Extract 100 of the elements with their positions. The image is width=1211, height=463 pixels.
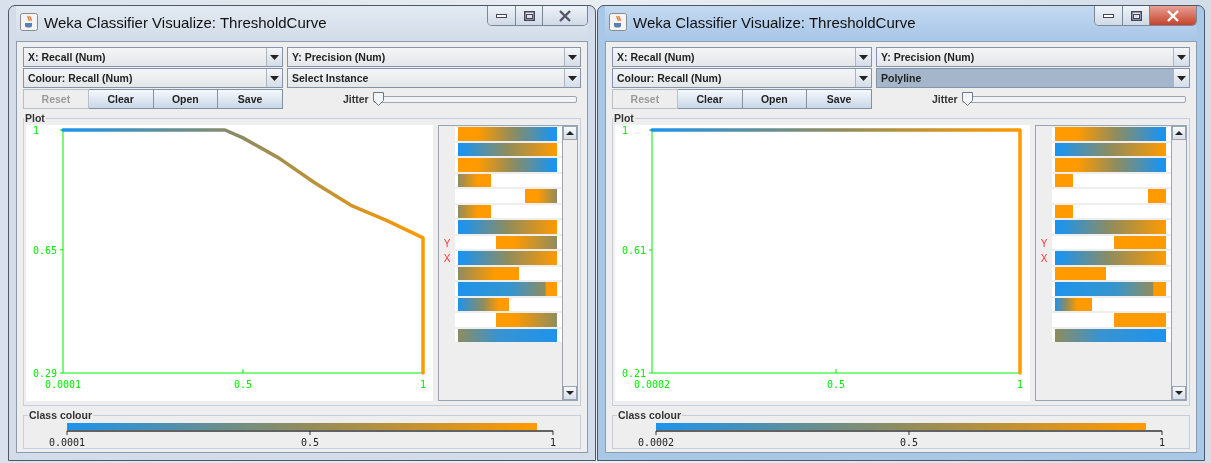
caret-icon (270, 75, 279, 81)
caret-icon (270, 54, 279, 60)
caret-icon (1177, 75, 1186, 81)
scroll-down-button[interactable] (1172, 386, 1186, 400)
action-button[interactable]: Open (153, 89, 219, 109)
y-axis-dropdown[interactable]: Y: Precision (Num) (287, 47, 581, 67)
attribute-bar[interactable] (1052, 189, 1171, 203)
attribute-bar[interactable] (1052, 266, 1171, 280)
select-dropdown[interactable]: Polyline (876, 68, 1190, 88)
jitter-slider[interactable] (372, 95, 577, 103)
scale-label: 0.0001 (48, 437, 86, 448)
tick-label: 1 (420, 379, 426, 390)
class-colour-title: Class colour (28, 409, 94, 421)
action-button[interactable]: Clear (88, 89, 154, 109)
select-dropdown[interactable]: Select Instance (287, 68, 581, 88)
plot-group-title: Plot (24, 112, 46, 124)
minimize-icon (1103, 13, 1114, 18)
attribute-bar[interactable] (1052, 127, 1171, 141)
slider-thumb[interactable] (961, 91, 973, 106)
scale-label: 1 (1159, 437, 1165, 448)
axis-marker: Y (1040, 237, 1048, 249)
scrollbar[interactable] (562, 126, 577, 400)
class-colour-title: Class colour (617, 409, 683, 421)
x-axis-dropdown[interactable]: X: Recall (Num) (612, 47, 872, 67)
scrollbar[interactable] (1171, 126, 1186, 400)
action-button[interactable]: Open (742, 89, 808, 109)
close-icon (1167, 9, 1179, 22)
attribute-bar[interactable] (1052, 220, 1171, 234)
attribute-bar[interactable] (1052, 282, 1171, 296)
axis-marker: Y (443, 237, 451, 249)
tick-label: 0.0002 (633, 379, 671, 390)
plot-group-title: Plot (613, 112, 635, 124)
attribute-bar[interactable] (455, 220, 562, 234)
window-title: Weka Classifier Visualize: ThresholdCurve (44, 13, 327, 31)
scroll-down-button[interactable] (563, 386, 577, 400)
axis-marker: X (1040, 253, 1048, 265)
attribute-bar[interactable] (455, 328, 562, 342)
tick-label: 1 (622, 125, 629, 136)
scale-label: 0.5 (300, 437, 320, 448)
attribute-bar[interactable] (455, 235, 562, 249)
attribute-bar[interactable] (455, 313, 562, 327)
window-title: Weka Classifier Visualize: ThresholdCurve (633, 13, 916, 31)
attribute-bar[interactable] (455, 127, 562, 141)
attribute-bar[interactable] (455, 158, 562, 172)
scale-label: 0.5 (899, 437, 919, 448)
colour-dropdown[interactable]: Colour: Recall (Num) (612, 68, 872, 88)
close-button[interactable] (1150, 6, 1196, 25)
attribute-bar[interactable] (455, 251, 562, 265)
caret-icon (568, 54, 577, 60)
maximize-button[interactable] (516, 6, 543, 25)
down-arrow-icon (566, 390, 574, 396)
attribute-bar[interactable] (455, 266, 562, 280)
up-arrow-icon (566, 130, 574, 136)
attribute-bar[interactable] (1052, 251, 1171, 265)
caret-icon (1177, 54, 1186, 60)
tick-label: 0.65 (33, 244, 58, 256)
tick-label: 0.5 (826, 379, 845, 390)
scroll-up-button[interactable] (1172, 126, 1186, 140)
attribute-bar[interactable] (455, 173, 562, 187)
attribute-bar[interactable] (455, 189, 562, 203)
attribute-bar[interactable] (1052, 328, 1171, 342)
attribute-bar[interactable] (455, 142, 562, 156)
attribute-bar[interactable] (1052, 142, 1171, 156)
y-axis-dropdown[interactable]: Y: Precision (Num) (876, 47, 1190, 67)
maximize-icon (523, 10, 535, 21)
colour-dropdown[interactable]: Colour: Recall (Num) (23, 68, 283, 88)
slider-thumb[interactable] (372, 91, 384, 106)
attribute-bar[interactable] (1052, 313, 1171, 327)
tick-label: 0.29 (33, 368, 58, 379)
action-button[interactable]: Save (807, 89, 872, 109)
action-button[interactable]: Save (218, 89, 283, 109)
attribute-bar[interactable] (455, 204, 562, 218)
scroll-up-button[interactable] (563, 126, 577, 140)
minimize-button[interactable] (488, 6, 516, 25)
jitter-slider[interactable] (961, 95, 1186, 103)
caret-icon (859, 75, 868, 81)
attribute-bar[interactable] (455, 297, 562, 311)
tick-label: 0.21 (622, 368, 647, 379)
attribute-bar[interactable] (1052, 173, 1171, 187)
minimize-button[interactable] (1095, 6, 1123, 25)
attribute-bar[interactable] (1052, 158, 1171, 172)
up-arrow-icon (1175, 130, 1183, 136)
cup-icon (20, 13, 38, 31)
scale-label: 1 (550, 437, 556, 448)
attribute-bar[interactable] (1052, 204, 1171, 218)
minimize-icon (496, 13, 507, 18)
jitter-label: Jitter (932, 93, 958, 105)
tick-label: 0.61 (622, 244, 647, 256)
cup-icon (609, 13, 627, 31)
maximize-button[interactable] (1123, 6, 1150, 25)
close-button[interactable] (543, 6, 587, 25)
close-icon (559, 9, 571, 22)
x-axis-dropdown[interactable]: X: Recall (Num) (23, 47, 283, 67)
attribute-bar[interactable] (1052, 297, 1171, 311)
attribute-bar[interactable] (1052, 235, 1171, 249)
down-arrow-icon (1175, 390, 1183, 396)
maximize-icon (1130, 10, 1142, 21)
jitter-label: Jitter (343, 93, 369, 105)
action-button[interactable]: Clear (677, 89, 743, 109)
attribute-bar[interactable] (455, 282, 562, 296)
